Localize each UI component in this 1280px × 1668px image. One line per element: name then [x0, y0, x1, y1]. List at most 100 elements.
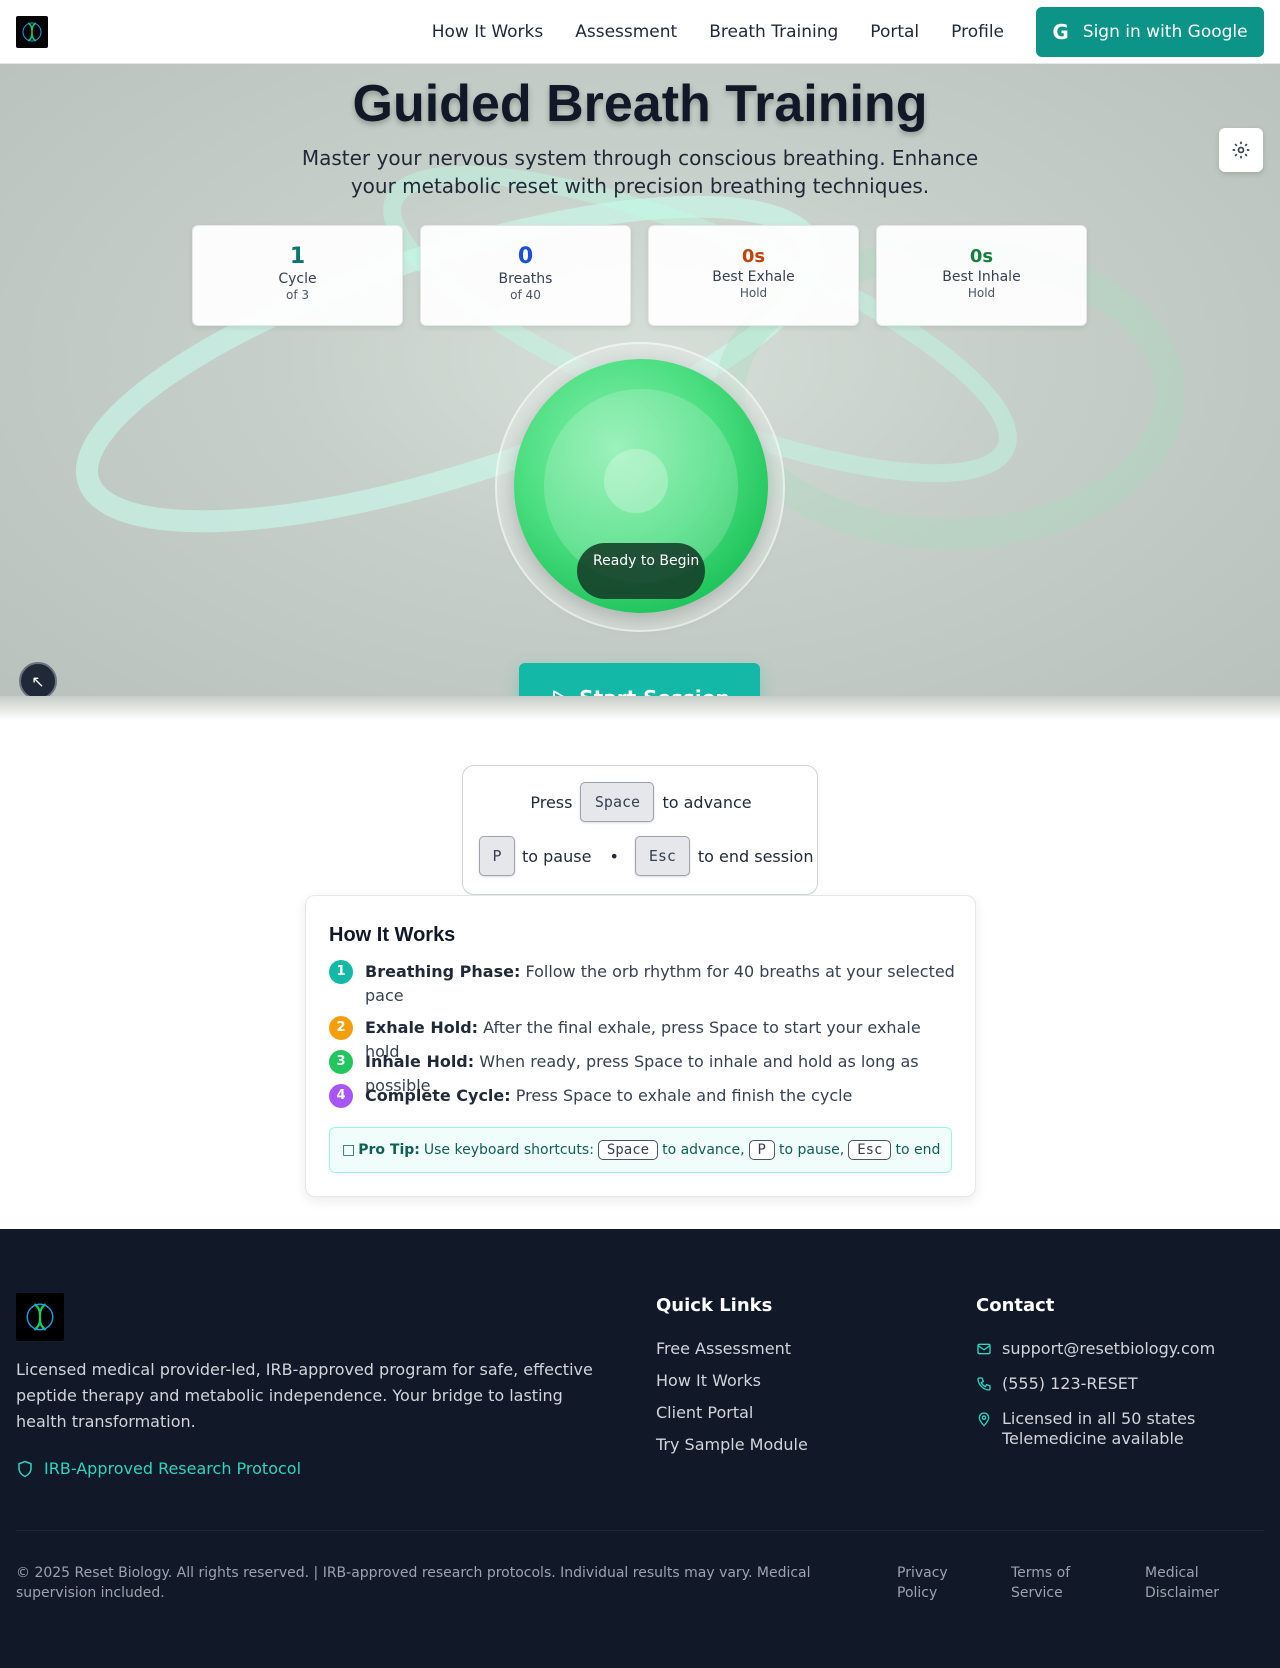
- how-it-works-card: How It Works 1 Breathing Phase: Follow t…: [305, 895, 976, 1197]
- footer-link-privacy[interactable]: Privacy Policy: [897, 1563, 967, 1603]
- step-title: Complete Cycle:: [365, 1086, 511, 1105]
- pro-tip-box: □ Pro Tip: Use keyboard shortcuts: Space…: [329, 1127, 952, 1173]
- play-icon: [553, 689, 567, 706]
- end-session-label: to end session: [697, 846, 814, 866]
- nav-link-breath-training[interactable]: Breath Training: [709, 22, 838, 42]
- footer-logo-icon[interactable]: [16, 1293, 64, 1341]
- contact-license: Licensed in all 50 states Telemedicine a…: [976, 1409, 1195, 1449]
- footer-link-how-it-works[interactable]: How It Works: [656, 1371, 761, 1390]
- footer-divider: [16, 1530, 1264, 1531]
- stat-card-cycle: 1 Cycle of 3: [192, 225, 403, 326]
- stat-label: Breaths: [498, 271, 553, 287]
- compass-nav-button[interactable]: ↖: [19, 662, 57, 700]
- stat-card-best-inhale: 0s Best Inhale Hold: [876, 225, 1087, 326]
- stat-card-best-exhale: 0s Best Exhale Hold: [648, 225, 859, 326]
- map-pin-icon: [978, 1412, 990, 1427]
- space-key: Space: [580, 782, 655, 822]
- footer-link-free-assessment[interactable]: Free Assessment: [656, 1339, 791, 1358]
- nav-link-profile[interactable]: Profile: [951, 22, 1004, 42]
- nav-links: How It Works Assessment Breath Training …: [400, 7, 1264, 57]
- page-title: Guided Breath Training: [352, 75, 928, 133]
- step-number: 1: [329, 960, 353, 984]
- pro-tip-label: Pro Tip:: [358, 1142, 420, 1158]
- step-number: 4: [329, 1084, 353, 1108]
- contact-phone-text: (555) 123-RESET: [1002, 1374, 1138, 1393]
- step-text: Press Space to exhale and finish the cyc…: [515, 1086, 853, 1105]
- step-number: 2: [329, 1016, 353, 1040]
- stat-sub: Hold: [739, 286, 768, 300]
- nav-link-how-it-works[interactable]: How It Works: [432, 22, 543, 42]
- tip-end-text: to end: [895, 1142, 941, 1158]
- esc-key: Esc: [634, 836, 690, 876]
- license-line-2: Telemedicine available: [1002, 1429, 1184, 1448]
- tip-advance-text: to advance,: [662, 1142, 745, 1158]
- phone-icon: [977, 1377, 991, 1391]
- pro-tip-text: Use keyboard shortcuts:: [423, 1142, 594, 1158]
- page-subtitle: Master your nervous system through consc…: [301, 146, 979, 198]
- stat-value: 0s: [741, 246, 766, 267]
- gear-icon: [1232, 141, 1250, 159]
- contact-phone[interactable]: (555) 123-RESET: [976, 1374, 1138, 1394]
- google-g-icon: G: [1052, 20, 1069, 44]
- google-signin-label: Sign in with Google: [1082, 22, 1248, 42]
- step-title: Breathing Phase:: [365, 962, 521, 981]
- copyright-text: © 2025 Reset Biology. All rights reserve…: [16, 1565, 811, 1601]
- footer-link-terms[interactable]: Terms of Service: [1011, 1563, 1091, 1603]
- stat-label: Best Exhale: [712, 269, 795, 285]
- logo-icon[interactable]: [16, 16, 48, 48]
- stat-label: Cycle: [278, 271, 317, 287]
- stat-label: Best Inhale: [942, 269, 1021, 285]
- pause-label: to pause: [522, 846, 592, 866]
- stat-value: 0: [517, 244, 534, 269]
- quick-links-title: Quick Links: [656, 1295, 773, 1316]
- stat-card-breaths: 0 Breaths of 40: [420, 225, 631, 326]
- breath-orb[interactable]: Ready to Begin: [514, 359, 768, 613]
- hero-section: Guided Breath Training Master your nervo…: [0, 64, 1280, 720]
- mail-icon: [977, 1343, 991, 1355]
- footer-link-client-portal[interactable]: Client Portal: [656, 1403, 753, 1422]
- irb-label: IRB-Approved Research Protocol: [44, 1459, 302, 1478]
- tip-esc-key: Esc: [848, 1140, 892, 1160]
- step-number: 3: [329, 1050, 353, 1074]
- tip-pause-text: to pause,: [778, 1142, 845, 1158]
- tip-space-key: Space: [597, 1140, 659, 1160]
- stat-value: 1: [289, 244, 306, 269]
- stat-sub: Hold: [967, 286, 996, 300]
- stat-sub: of 40: [510, 288, 541, 302]
- step-title: Inhale Hold:: [365, 1052, 475, 1071]
- start-session-button[interactable]: Start Session: [519, 663, 760, 720]
- step-title: Exhale Hold:: [365, 1018, 479, 1037]
- footer-link-sample-module[interactable]: Try Sample Module: [656, 1435, 808, 1454]
- orb-core: [604, 449, 668, 513]
- breath-orb-container: Ready to Begin: [495, 342, 785, 632]
- footer-link-medical-disclaimer[interactable]: Medical Disclaimer: [1145, 1563, 1235, 1603]
- separator-dot: •: [609, 846, 619, 866]
- irb-badge: IRB-Approved Research Protocol: [16, 1459, 301, 1478]
- start-session-label: Start Session: [579, 685, 730, 710]
- how-it-works-title: How It Works: [329, 924, 456, 946]
- google-signin-button[interactable]: G Sign in with Google: [1036, 7, 1264, 57]
- advance-label: to advance: [662, 792, 752, 812]
- top-nav: How It Works Assessment Breath Training …: [0, 0, 1280, 64]
- nav-link-portal[interactable]: Portal: [870, 22, 919, 42]
- stats-row: 1 Cycle of 3 0 Breaths of 40 0s Best Exh…: [192, 225, 1104, 326]
- stat-value: 0s: [969, 246, 994, 267]
- settings-button[interactable]: [1219, 128, 1263, 172]
- license-line-1: Licensed in all 50 states: [1002, 1409, 1196, 1428]
- press-label: Press: [530, 792, 573, 812]
- arrow-up-left-icon: ↖: [31, 671, 45, 691]
- lightbulb-icon: □: [342, 1142, 356, 1158]
- keyboard-shortcuts-box: Press Space to advance P to pause • Esc …: [462, 765, 818, 895]
- tip-p-key: P: [748, 1140, 775, 1160]
- contact-email-text: support@resetbiology.com: [1002, 1339, 1216, 1358]
- orb-status-label: Ready to Begin: [577, 543, 705, 599]
- footer: Licensed medical provider-led, IRB-appro…: [0, 1229, 1280, 1668]
- shield-icon: [18, 1460, 32, 1477]
- step-item: 4 Complete Cycle: Press Space to exhale …: [329, 1084, 959, 1108]
- nav-link-assessment[interactable]: Assessment: [575, 22, 677, 42]
- footer-description: Licensed medical provider-led, IRB-appro…: [16, 1360, 593, 1431]
- step-item: 1 Breathing Phase: Follow the orb rhythm…: [329, 960, 959, 1008]
- contact-title: Contact: [976, 1295, 1055, 1316]
- p-key: P: [479, 836, 515, 876]
- contact-email[interactable]: support@resetbiology.com: [976, 1339, 1215, 1359]
